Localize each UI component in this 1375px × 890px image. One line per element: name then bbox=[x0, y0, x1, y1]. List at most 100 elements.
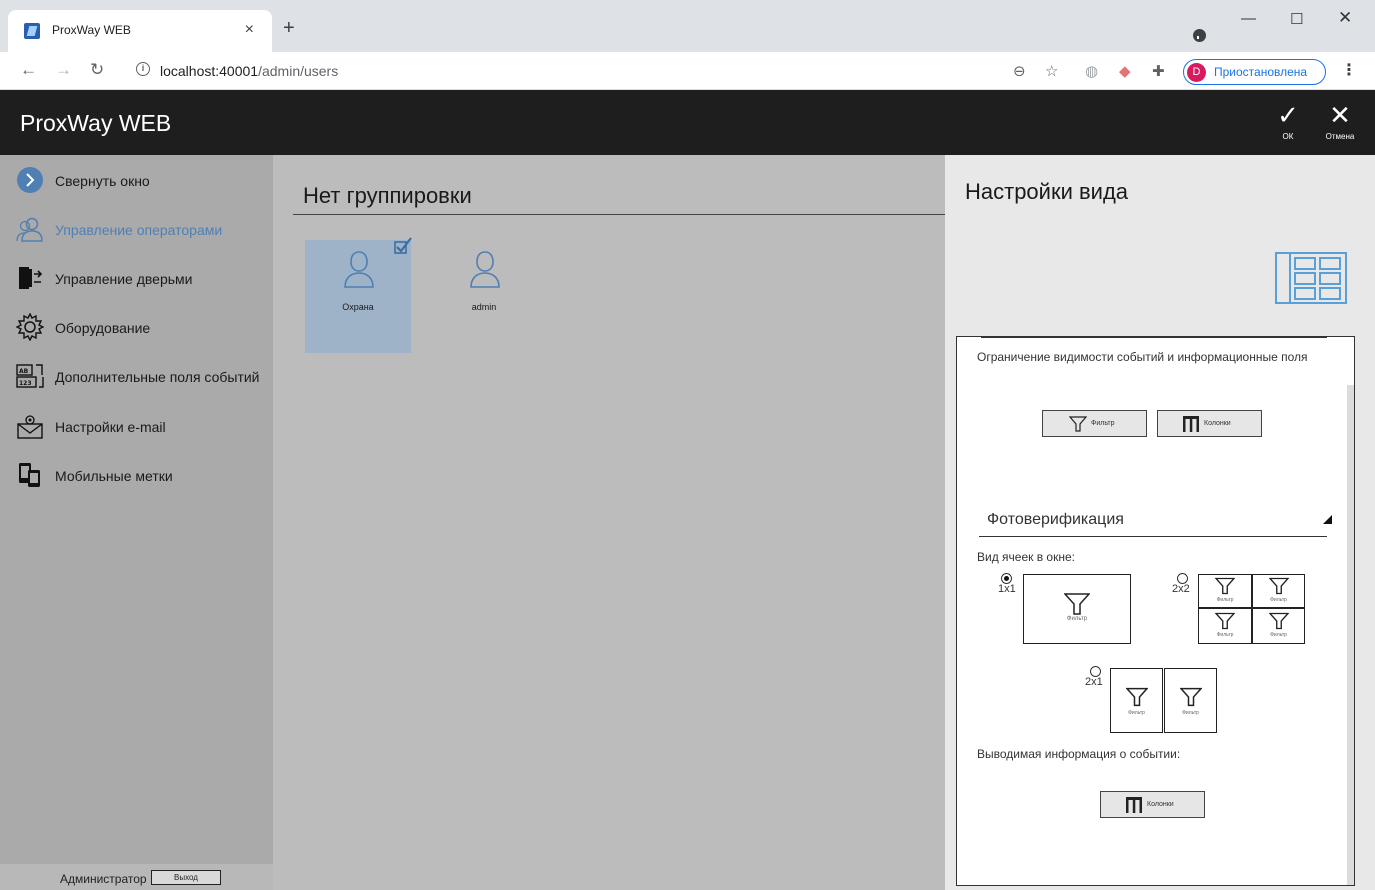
cell-caption: Фильтр bbox=[1216, 597, 1234, 603]
group-divider bbox=[293, 214, 945, 215]
app-title: ProxWay WEB bbox=[20, 110, 172, 136]
grid-layout-icon[interactable] bbox=[1274, 251, 1348, 305]
sidebar-item-doors[interactable]: Управление дверьми bbox=[16, 264, 271, 294]
cell-2x2[interactable]: Фильтр bbox=[1198, 574, 1252, 608]
layout-label-2x1: 2x1 bbox=[1085, 676, 1103, 688]
profile-avatar: D bbox=[1187, 63, 1206, 82]
cell-1x1[interactable]: Фильтр bbox=[1023, 574, 1131, 644]
puzzle-icon[interactable]: ✚ bbox=[1152, 62, 1165, 80]
sidebar-item-label: Управление операторами bbox=[55, 222, 223, 238]
filter-icon bbox=[1069, 416, 1087, 432]
photo-section-title: Фотоверификация bbox=[987, 511, 1124, 528]
extension-icon[interactable]: ◆ bbox=[1119, 62, 1131, 80]
main-content: Нет группировки Охрана admin bbox=[273, 155, 945, 890]
filter-button[interactable]: Фильтр bbox=[1042, 410, 1147, 437]
cell-caption: Фильтр bbox=[1270, 597, 1287, 603]
columns-label: Колонки bbox=[1204, 420, 1231, 427]
filter-icon bbox=[1179, 687, 1202, 707]
filter-icon bbox=[1268, 612, 1289, 630]
columns-button[interactable]: Колонки bbox=[1157, 410, 1262, 437]
filter-label: Фильтр bbox=[1091, 420, 1115, 427]
sidebar-footer: Администратор Выход bbox=[0, 864, 273, 890]
sidebar-item-event-fields[interactable]: AB 123 Дополнительные поля событий bbox=[16, 362, 271, 392]
star-icon[interactable]: ☆ bbox=[1045, 62, 1058, 80]
user-icon bbox=[344, 251, 374, 288]
minimize-icon[interactable]: — bbox=[1241, 10, 1256, 27]
browser-toolbar: ← → ↻ i localhost:40001/admin/users ⊖ ☆ … bbox=[0, 52, 1375, 90]
cell-caption: Фильтр bbox=[1128, 710, 1145, 716]
menu-icon[interactable]: ⋮ bbox=[1341, 60, 1357, 80]
profile-menu-icon[interactable] bbox=[1193, 29, 1206, 42]
window-close-icon[interactable]: ✕ bbox=[1338, 8, 1352, 28]
zoom-icon[interactable]: ⊖ bbox=[1013, 62, 1026, 80]
current-user: Администратор bbox=[60, 872, 147, 886]
cell-caption: Фильтр bbox=[1270, 632, 1287, 638]
svg-text:AB: AB bbox=[19, 368, 29, 375]
cell-caption: Фильтр bbox=[1182, 710, 1199, 716]
new-tab-button[interactable]: + bbox=[283, 18, 295, 38]
cell-2x2[interactable]: Фильтр bbox=[1198, 608, 1252, 644]
info-icon[interactable]: i bbox=[136, 62, 150, 76]
cell-2x1[interactable]: Фильтр bbox=[1110, 668, 1163, 733]
layout-label-2x2: 2x2 bbox=[1172, 583, 1190, 595]
collapse-triangle-icon[interactable] bbox=[1323, 515, 1332, 524]
ok-button[interactable]: ✓ ОК bbox=[1268, 100, 1308, 148]
reload-icon[interactable]: ↻ bbox=[90, 60, 104, 80]
tab-title: ProxWay WEB bbox=[52, 23, 131, 37]
globe-icon[interactable]: ◍ bbox=[1085, 62, 1098, 80]
sidebar-item-label: Мобильные метки bbox=[55, 468, 173, 484]
gear-icon bbox=[16, 313, 44, 341]
operator-tile[interactable]: admin bbox=[431, 240, 537, 353]
sidebar-item-operators[interactable]: Управление операторами bbox=[16, 215, 271, 245]
group-title: Нет группировки bbox=[303, 183, 472, 208]
operator-tile[interactable]: Охрана bbox=[305, 237, 412, 353]
check-icon: ✓ bbox=[1277, 100, 1299, 130]
mobile-tags-icon bbox=[19, 463, 40, 487]
cell-2x2[interactable]: Фильтр bbox=[1252, 574, 1305, 608]
door-icon bbox=[19, 267, 43, 289]
panel-title: Настройки вида bbox=[965, 179, 1129, 204]
filter-icon bbox=[1064, 593, 1090, 615]
fields-icon: AB 123 bbox=[16, 364, 44, 388]
event-columns-button[interactable]: Колонки bbox=[1100, 791, 1205, 818]
section-divider bbox=[979, 536, 1327, 537]
sidebar-item-email-settings[interactable]: Настройки e-mail bbox=[16, 412, 271, 442]
collapse-arrow-icon bbox=[17, 167, 43, 193]
cell-caption: Фильтр bbox=[1216, 632, 1234, 638]
sidebar-item-mobile-tags[interactable]: Мобильные метки bbox=[16, 461, 271, 491]
sidebar-item-label: Настройки e-mail bbox=[55, 419, 166, 435]
url-text: localhost:40001/admin/users bbox=[160, 63, 338, 79]
scrollbar[interactable] bbox=[1347, 385, 1354, 885]
cancel-button[interactable]: ✕ Отмена bbox=[1320, 100, 1360, 148]
tab-close-icon[interactable]: × bbox=[245, 21, 254, 39]
filter-icon bbox=[1125, 687, 1148, 707]
svg-text:123: 123 bbox=[19, 380, 32, 387]
cell-2x1[interactable]: Фильтр bbox=[1164, 668, 1217, 733]
url-host: localhost:40001 bbox=[160, 63, 259, 79]
profile-button[interactable]: D Приостановлена bbox=[1183, 59, 1326, 85]
filter-icon bbox=[1268, 577, 1289, 595]
cell-2x2[interactable]: Фильтр bbox=[1252, 608, 1305, 644]
sidebar-item-hardware[interactable]: Оборудование bbox=[16, 313, 271, 343]
event-info-label: Выводимая информация о событии: bbox=[977, 747, 1181, 761]
cancel-label: Отмена bbox=[1325, 132, 1355, 141]
browser-tab[interactable]: ProxWay WEB × bbox=[8, 10, 272, 52]
sidebar-item-collapse[interactable]: Свернуть окно bbox=[16, 166, 271, 196]
email-settings-icon bbox=[17, 415, 43, 439]
sidebar-item-label: Управление дверьми bbox=[55, 271, 193, 287]
operators-icon bbox=[16, 217, 43, 242]
logout-button[interactable]: Выход bbox=[151, 870, 221, 885]
address-bar[interactable]: i localhost:40001/admin/users bbox=[118, 58, 1118, 84]
back-arrow-icon[interactable]: ← bbox=[20, 60, 37, 80]
columns-icon bbox=[1183, 416, 1199, 432]
filter-icon bbox=[1215, 577, 1235, 595]
ok-label: ОК bbox=[1282, 132, 1294, 141]
maximize-icon[interactable]: ☐ bbox=[1290, 10, 1303, 28]
view-settings-panel: Настройки вида Ограничение видимости соб… bbox=[945, 155, 1375, 890]
sidebar-item-label: Оборудование bbox=[55, 320, 151, 336]
sidebar: Свернуть окно Управление операторами Упр… bbox=[0, 155, 273, 890]
tile-label: Охрана bbox=[342, 302, 374, 312]
forward-arrow-icon[interactable]: → bbox=[55, 60, 72, 80]
checkbox-checked-icon[interactable] bbox=[394, 237, 412, 255]
filter-icon bbox=[1215, 612, 1235, 630]
